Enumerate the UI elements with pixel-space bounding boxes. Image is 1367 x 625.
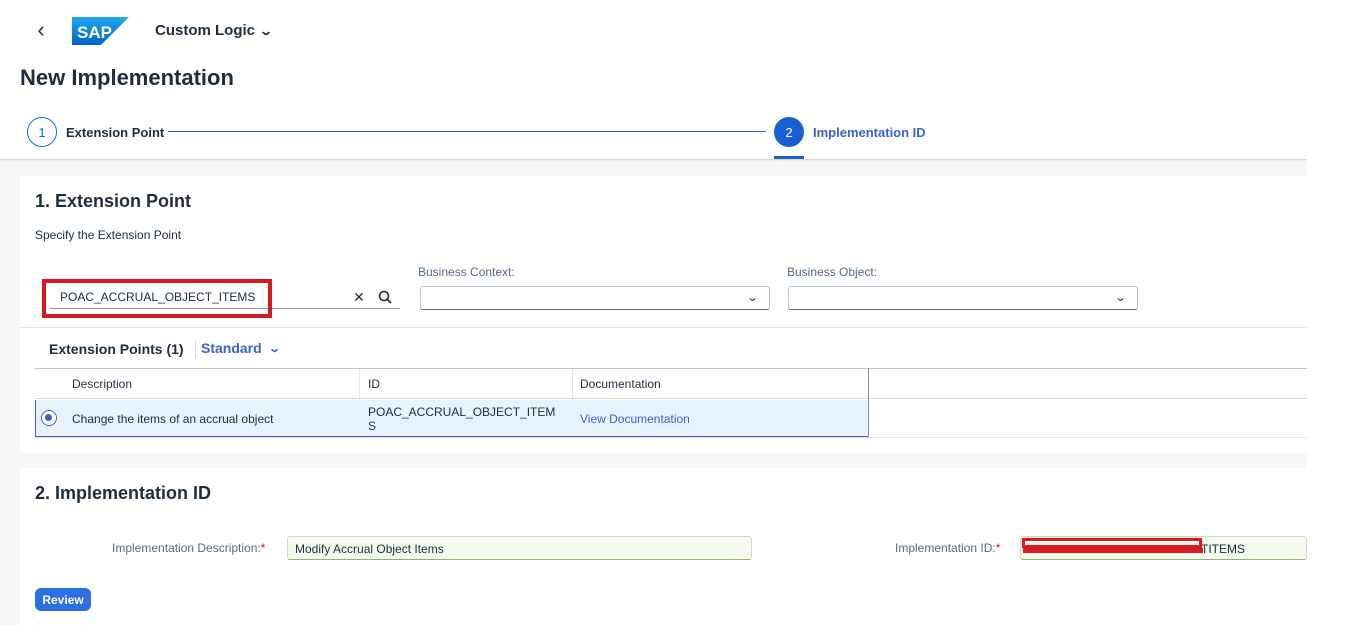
page-title: New Implementation — [20, 65, 234, 90]
cell-description: Change the items of an accrual object — [72, 412, 274, 426]
app-shell: ‹ SAP Custom Logic ⌄ New Implementation — [0, 0, 1307, 625]
business-context-label: Business Context: — [418, 265, 515, 279]
implementation-description-label: Implementation Description:* — [112, 541, 265, 555]
implementation-description-input[interactable]: Modify Accrual Object Items — [287, 536, 752, 560]
column-divider — [359, 369, 360, 400]
chevron-left-icon: ‹ — [37, 17, 45, 42]
implementation-id-section: 2. Implementation ID Implementation Desc… — [20, 468, 1307, 625]
variant-label: Standard — [201, 340, 262, 356]
app-title-text: Custom Logic — [155, 22, 255, 39]
wizard-progress-line — [168, 131, 766, 132]
review-button[interactable]: Review — [35, 588, 91, 611]
back-button[interactable]: ‹ — [30, 17, 52, 42]
business-context-select[interactable]: ⌄ — [420, 286, 770, 310]
step-number-badge: 1 — [27, 117, 57, 147]
page-header: New Implementation 1 Extension Point 2 I… — [0, 60, 1307, 160]
redaction-bar — [1023, 548, 1203, 553]
column-header-id[interactable]: ID — [368, 377, 380, 391]
cell-id-line1: POAC_ACCRUAL_OBJECT_ITEM — [368, 405, 556, 419]
active-step-indicator — [774, 156, 804, 159]
wizard-step-extension-point[interactable]: 1 Extension Point — [27, 117, 164, 147]
search-icon[interactable] — [372, 286, 398, 309]
table-column-end-border — [868, 368, 869, 437]
column-header-documentation[interactable]: Documentation — [580, 377, 661, 391]
required-marker: * — [995, 541, 1001, 555]
step-label: Extension Point — [66, 124, 165, 140]
label-text: Implementation Description: — [112, 541, 261, 555]
variant-selector[interactable]: Standard ⌄ — [201, 340, 281, 356]
shell-bar: ‹ SAP Custom Logic ⌄ — [0, 0, 1307, 60]
clear-icon[interactable]: ✕ — [346, 286, 372, 309]
extension-point-section: 1. Extension Point Specify the Extension… — [20, 176, 1307, 453]
business-object-select[interactable]: ⌄ — [788, 286, 1138, 310]
chevron-down-icon: ⌄ — [745, 292, 759, 304]
svg-text:SAP: SAP — [77, 23, 112, 42]
section-title: 1. Extension Point — [35, 191, 192, 211]
toolbar-separator — [195, 340, 196, 358]
app-title-menu[interactable]: Custom Logic ⌄ — [155, 22, 274, 39]
table-header-row: Description ID Documentation — [35, 368, 1307, 400]
view-documentation-link[interactable]: View Documentation — [580, 412, 690, 426]
required-marker: * — [260, 541, 266, 555]
section-subtitle: Specify the Extension Point — [35, 228, 182, 242]
implementation-id-label: Implementation ID:* — [895, 541, 1000, 555]
table-title: Extension Points (1) — [49, 341, 184, 357]
step-label: Implementation ID — [813, 124, 926, 140]
step-number-badge: 2 — [774, 117, 804, 147]
chevron-down-icon: ⌄ — [258, 23, 274, 38]
search-input[interactable] — [50, 290, 346, 304]
column-divider — [572, 369, 573, 400]
extension-point-search-field[interactable]: ✕ — [50, 286, 400, 309]
cell-id-line2: S — [368, 419, 377, 433]
sap-logo[interactable]: SAP — [72, 17, 129, 45]
wizard-step-implementation-id[interactable]: 2 Implementation ID — [774, 117, 926, 147]
section-title: 2. Implementation ID — [35, 483, 212, 503]
table-toolbar: Extension Points (1) Standard ⌄ — [20, 327, 1307, 367]
redaction-box — [1022, 538, 1202, 548]
row-radio-button[interactable] — [41, 410, 57, 426]
label-text: Implementation ID: — [895, 541, 996, 555]
column-header-description[interactable]: Description — [72, 377, 132, 391]
table-row[interactable]: Change the items of an accrual object PO… — [35, 400, 1307, 438]
chevron-down-icon: ⌄ — [1113, 292, 1127, 304]
chevron-down-icon: ⌄ — [267, 342, 281, 355]
business-object-label: Business Object: — [787, 265, 878, 279]
